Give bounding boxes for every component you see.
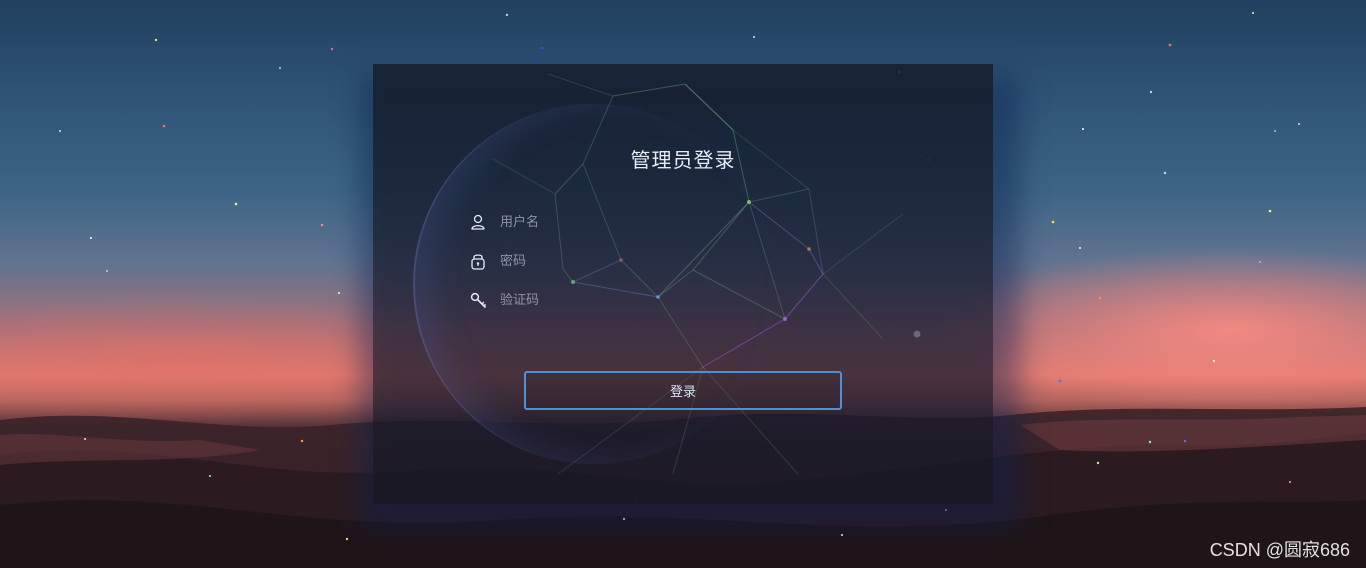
user-icon (469, 213, 487, 231)
login-button[interactable]: 登录 (524, 371, 842, 410)
username-input[interactable] (500, 214, 720, 230)
lock-icon (469, 252, 487, 270)
key-icon (469, 291, 487, 309)
captcha-input[interactable] (500, 292, 720, 308)
watermark-text: CSDN @圆寂686 (1209, 540, 1350, 560)
password-field (469, 248, 729, 274)
username-field (469, 209, 729, 235)
page-title: 管理员登录 (630, 148, 736, 172)
password-input[interactable] (500, 253, 720, 269)
network-mesh-decoration (492, 73, 921, 475)
captcha-field (469, 287, 729, 313)
login-panel: 管理员登录 用户名 验证码 登录 (373, 64, 993, 504)
